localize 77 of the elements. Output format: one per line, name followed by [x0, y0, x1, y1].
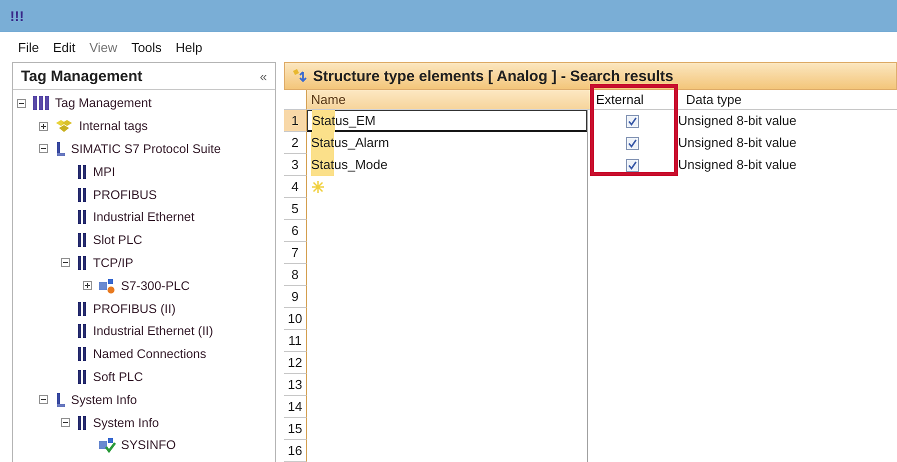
tree-item[interactable]: Slot PLC — [93, 233, 142, 248]
panel-title: Tag Management — [21, 68, 142, 84]
menu-item[interactable]: Tools — [131, 40, 162, 54]
row-number[interactable]: 16 — [284, 440, 307, 462]
collapse-icon[interactable] — [61, 418, 70, 428]
expand-icon[interactable] — [39, 122, 48, 131]
tree-item[interactable]: PROFIBUS — [93, 188, 157, 202]
collapse-icon[interactable] — [17, 98, 26, 108]
cubes-icon — [54, 118, 74, 134]
tree-item[interactable]: SIMATIC S7 Protocol Suite — [71, 142, 221, 156]
double-bar-icon — [76, 368, 88, 385]
table-cell-text: Unsigned 8-bit value — [677, 112, 798, 130]
row-number[interactable]: 11 — [284, 330, 307, 352]
row-number[interactable]: 13 — [284, 374, 307, 396]
double-bar-icon — [76, 164, 88, 180]
row-number[interactable]: 10 — [284, 308, 307, 330]
tree-item[interactable]: Internal tags — [79, 119, 148, 134]
expand-icon[interactable] — [83, 281, 92, 290]
collapse-icon[interactable] — [61, 258, 70, 268]
table-cell: Status_EM — [307, 110, 587, 132]
row-number[interactable]: 14 — [284, 396, 307, 418]
structure-icon — [291, 68, 307, 84]
double-bar-icon — [76, 300, 88, 317]
row-number[interactable]: 15 — [284, 418, 307, 440]
row-number[interactable]: 1 — [284, 110, 307, 132]
table-cell-text: Unsigned 8-bit value — [677, 134, 798, 152]
bar-icon — [54, 140, 66, 157]
tree-item[interactable]: Industrial Ethernet (II) — [93, 324, 214, 338]
double-bar-icon — [76, 346, 88, 362]
table-cell: Status_Mode — [307, 154, 587, 176]
window-title: !!! — [10, 8, 24, 24]
column-header[interactable]: Data type — [684, 90, 897, 110]
tree-item[interactable]: SYSINFO — [121, 438, 176, 452]
checkbox[interactable] — [626, 114, 638, 128]
row-number[interactable]: 3 — [284, 154, 307, 176]
double-bar-icon — [76, 323, 88, 340]
tree-item[interactable]: S7-300-PLC — [121, 278, 190, 293]
tree-item[interactable]: System Info — [93, 416, 159, 430]
tree-item[interactable]: Named Connections — [93, 347, 206, 362]
tree-item[interactable]: PROFIBUS (II) — [93, 302, 176, 316]
tree-item[interactable]: Tag Management — [55, 96, 152, 110]
bars-icon — [32, 95, 50, 112]
row-number[interactable]: 2 — [284, 132, 307, 154]
plc-icon — [98, 278, 116, 294]
checkbox[interactable] — [626, 158, 638, 172]
table-cell-text: Unsigned 8-bit value — [677, 156, 798, 174]
panel-title: Structure type elements [ Analog ] - Search results — [313, 68, 674, 84]
double-bar-icon — [76, 186, 88, 203]
tree-item[interactable]: System Info — [71, 392, 137, 407]
column-header[interactable]: External — [591, 90, 684, 110]
row-number[interactable]: 7 — [284, 242, 307, 264]
double-bar-icon — [76, 254, 88, 271]
row-number[interactable]: 4 — [284, 176, 307, 198]
double-bar-icon — [76, 414, 88, 431]
column-header[interactable]: Name — [307, 90, 591, 110]
double-bar-icon — [76, 209, 88, 226]
row-number[interactable]: 9 — [284, 286, 307, 308]
menu-item[interactable]: File — [18, 40, 39, 54]
row-number[interactable]: 6 — [284, 220, 307, 242]
new-row-icon — [311, 180, 325, 194]
collapse-button[interactable]: « — [260, 68, 267, 84]
tree-item[interactable]: MPI — [93, 164, 116, 179]
tree-item[interactable]: Industrial Ethernet — [93, 210, 194, 224]
row-number[interactable]: 8 — [284, 264, 307, 286]
check-plc-icon — [98, 437, 116, 454]
double-bar-icon — [76, 232, 88, 248]
menu-item[interactable]: Help — [176, 40, 202, 54]
menu-item[interactable]: Edit — [52, 40, 76, 54]
checkbox[interactable] — [626, 136, 638, 150]
tree-item[interactable]: Soft PLC — [93, 370, 144, 384]
bar-icon — [54, 392, 66, 408]
collapse-icon[interactable] — [39, 144, 48, 154]
tree-item[interactable]: TCP/IP — [93, 256, 134, 270]
collapse-icon[interactable] — [39, 395, 48, 404]
row-number[interactable]: 5 — [284, 198, 307, 220]
row-number[interactable]: 12 — [284, 352, 307, 374]
table-cell: Status_Alarm — [307, 132, 587, 154]
